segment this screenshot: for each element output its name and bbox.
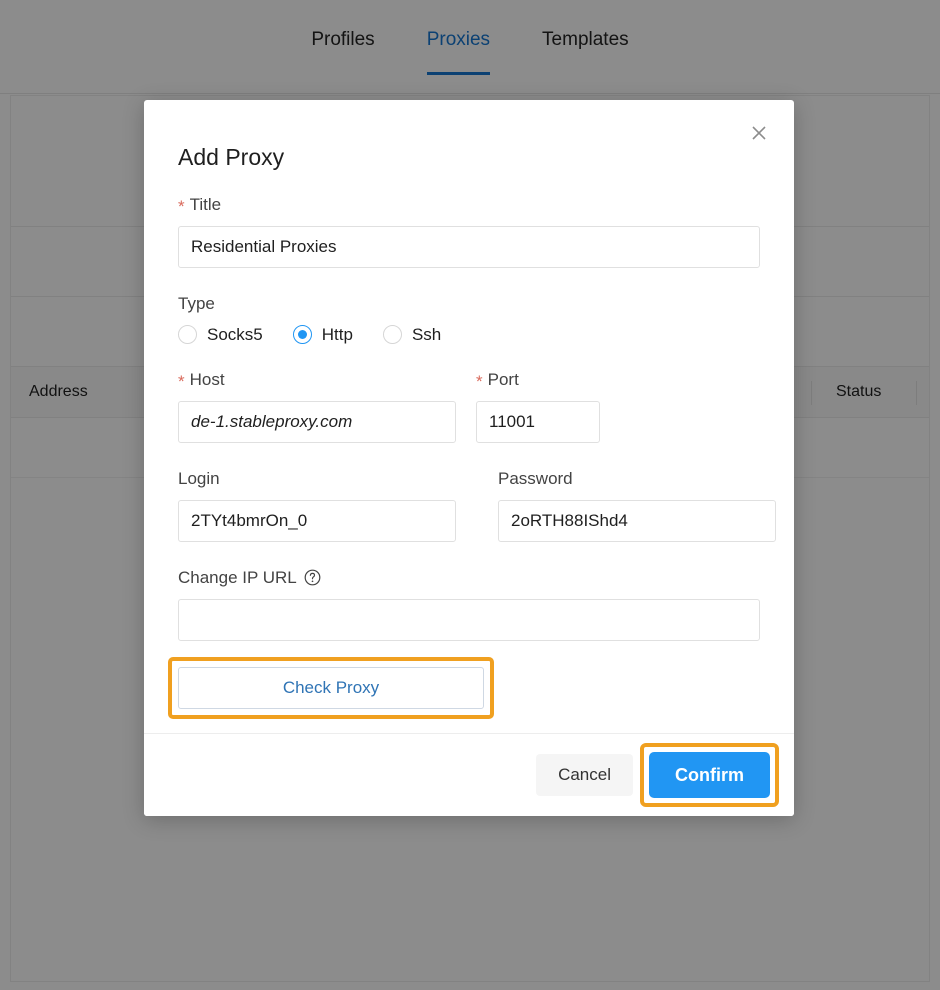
confirm-wrapper: Confirm [649,752,770,798]
radio-http-label: Http [322,326,353,343]
field-title: * Title [178,196,760,268]
radio-socks5[interactable]: Socks5 [178,325,263,344]
title-input[interactable] [178,226,760,268]
login-input[interactable] [178,500,456,542]
dialog-body: Add Proxy * Title Type Socks5 Http [144,100,794,733]
cancel-button[interactable]: Cancel [536,754,633,796]
field-host-label-text: Host [190,371,225,388]
question-circle-icon[interactable] [304,569,321,586]
confirm-button[interactable]: Confirm [649,752,770,798]
required-marker-port: * [476,373,483,390]
field-type-label: Type [178,295,760,312]
field-password-label-text: Password [498,470,573,487]
radio-circle-icon [178,325,197,344]
change-ip-url-input[interactable] [178,599,760,641]
field-login-label: Login [178,470,456,487]
radio-http[interactable]: Http [293,325,353,344]
radio-socks5-label: Socks5 [207,326,263,343]
field-title-label: * Title [178,196,760,213]
field-port-label-text: Port [488,371,519,388]
field-port-label: * Port [476,371,600,388]
radio-circle-checked-icon [293,325,312,344]
field-login: Login [178,470,456,542]
check-proxy-wrapper: Check Proxy [178,667,484,709]
field-type: Type Socks5 Http Ssh [178,295,760,344]
port-input[interactable] [476,401,600,443]
field-port: * Port [476,371,600,443]
password-input[interactable] [498,500,776,542]
field-type-label-text: Type [178,295,215,312]
field-password-label: Password [498,470,776,487]
field-host-label: * Host [178,371,456,388]
dialog-footer: Cancel Confirm [144,733,794,816]
type-radio-group: Socks5 Http Ssh [178,325,760,344]
close-icon[interactable] [744,118,774,148]
radio-ssh[interactable]: Ssh [383,325,441,344]
field-change-ip-url-label-text: Change IP URL [178,569,297,586]
host-input[interactable] [178,401,456,443]
add-proxy-dialog: Add Proxy * Title Type Socks5 Http [144,100,794,816]
field-title-label-text: Title [190,196,222,213]
radio-ssh-label: Ssh [412,326,441,343]
page-title: Add Proxy [178,146,760,169]
field-row-login-password: Login Password [178,470,760,542]
check-proxy-button[interactable]: Check Proxy [178,667,484,709]
field-login-label-text: Login [178,470,220,487]
field-password: Password [498,470,776,542]
required-marker-host: * [178,373,185,390]
field-change-ip-url-label: Change IP URL [178,569,760,586]
radio-circle-icon [383,325,402,344]
field-host: * Host [178,371,456,443]
required-marker-title: * [178,198,185,215]
field-change-ip-url: Change IP URL [178,569,760,641]
field-row-host-port: * Host * Port [178,371,760,443]
